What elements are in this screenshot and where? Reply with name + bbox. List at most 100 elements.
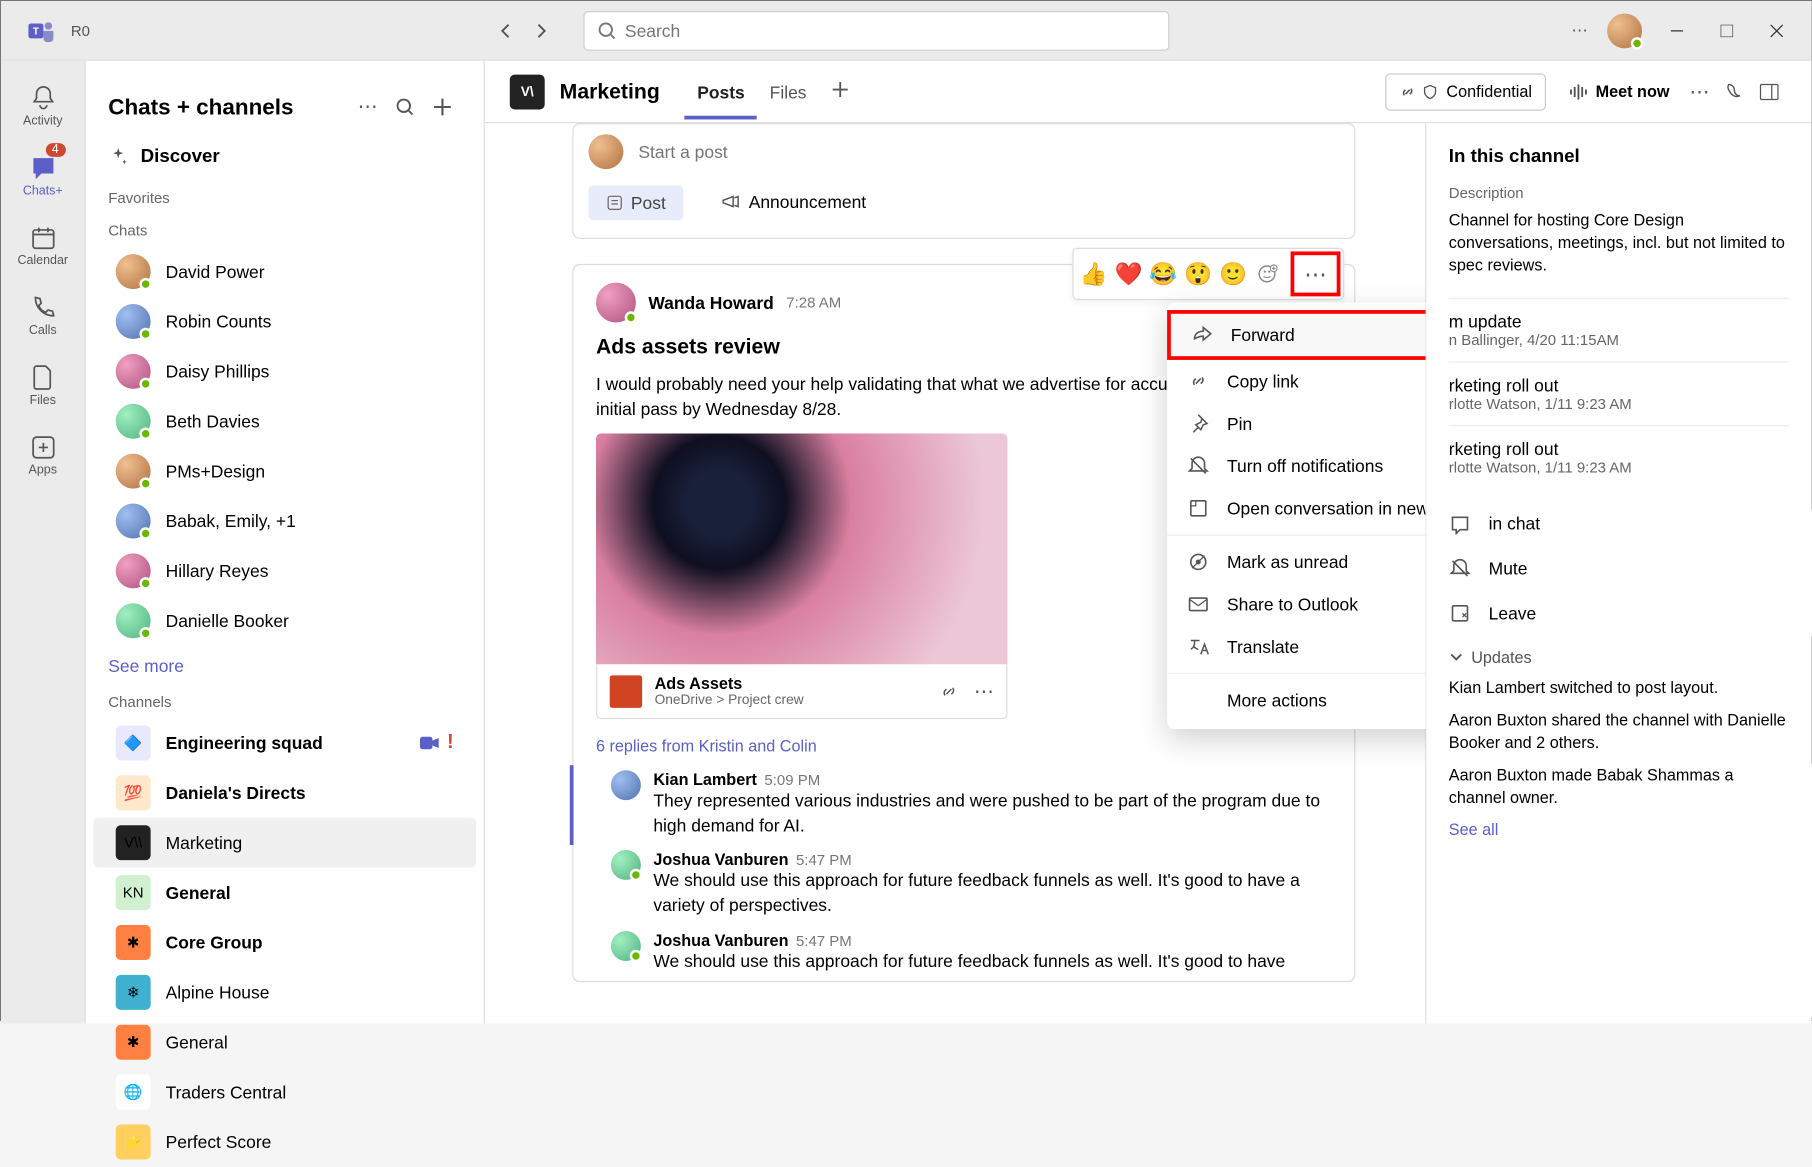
- channel-item[interactable]: V\\ Marketing: [93, 818, 476, 868]
- rail-files[interactable]: Files: [5, 350, 80, 420]
- ctx-turn-off-notifications[interactable]: Turn off notifications: [1167, 445, 1425, 487]
- rail-calendar[interactable]: Calendar: [5, 210, 80, 280]
- window-minimize-button[interactable]: [1652, 10, 1702, 50]
- reply-author: Joshua Vanburen: [653, 931, 788, 950]
- channel-item[interactable]: 💯 Daniela's Directs: [93, 768, 476, 818]
- reaction-emoji[interactable]: 😂: [1146, 257, 1181, 292]
- posts-feed: Post Announcement 👍❤️😂😲🙂: [485, 123, 1425, 1023]
- rail-label: Files: [30, 393, 56, 407]
- meet-now-button[interactable]: Meet now: [1556, 73, 1682, 110]
- channel-avatar: ❄: [116, 975, 151, 1010]
- ctx-label: Copy link: [1227, 371, 1299, 391]
- panel-toggle-icon[interactable]: [1752, 74, 1787, 109]
- rp-link-leave[interactable]: Leave: [1449, 590, 1789, 635]
- chat-avatar: [116, 454, 151, 489]
- rp-link-mute[interactable]: Mute: [1449, 545, 1789, 590]
- reaction-emoji[interactable]: 😲: [1181, 257, 1216, 292]
- channel-item[interactable]: ✱ Core Group: [93, 918, 476, 968]
- channel-item[interactable]: ✱ General: [93, 1017, 476, 1067]
- window-maximize-button[interactable]: [1702, 10, 1752, 50]
- see-more-link[interactable]: See more: [86, 646, 484, 686]
- ctx-icon: [1187, 497, 1209, 519]
- chat-item[interactable]: Babak, Emily, +1: [93, 496, 476, 546]
- user-avatar[interactable]: [1607, 13, 1642, 48]
- attachment-more-icon[interactable]: ⋯: [974, 679, 994, 704]
- more-options-button[interactable]: ⋯: [1562, 13, 1597, 48]
- ctx-pin[interactable]: Pin: [1167, 403, 1425, 445]
- window-close-button[interactable]: [1752, 10, 1802, 50]
- reply-item: Joshua Vanburen5:47 PM We should use thi…: [570, 926, 1354, 982]
- chat-avatar: [116, 304, 151, 339]
- ctx-more-actions[interactable]: More actions: [1167, 673, 1425, 722]
- ctx-copy-link[interactable]: Copy link: [1167, 360, 1425, 402]
- chat-item[interactable]: Danielle Booker: [93, 596, 476, 646]
- tab-posts[interactable]: Posts: [685, 64, 757, 119]
- reply-text: They represented various industries and …: [653, 789, 1331, 838]
- chat-item[interactable]: Robin Counts: [93, 297, 476, 347]
- link-icon: [1399, 83, 1416, 100]
- reaction-emoji[interactable]: 🙂: [1216, 257, 1251, 292]
- ctx-share-to-outlook[interactable]: Share to Outlook: [1167, 583, 1425, 625]
- channel-item[interactable]: 🌐 Traders Central: [93, 1067, 476, 1117]
- composer-input[interactable]: [638, 142, 1339, 162]
- pinned-meta: rlotte Watson, 1/11 9:23 AM: [1449, 395, 1789, 412]
- pinned-post[interactable]: rketing roll out rlotte Watson, 1/11 9:2…: [1449, 424, 1789, 488]
- message-more-button[interactable]: ⋯: [1290, 252, 1340, 297]
- sparkle-icon: [108, 146, 128, 166]
- channel-item[interactable]: KN General: [93, 868, 476, 918]
- pinned-post[interactable]: m update n Ballinger, 4/20 11:15AM: [1449, 297, 1789, 361]
- reaction-emoji[interactable]: 👍: [1076, 257, 1111, 292]
- ctx-icon: [1187, 413, 1209, 435]
- attachment-link-icon[interactable]: [939, 681, 959, 701]
- pinned-post[interactable]: rketing roll out rlotte Watson, 1/11 9:2…: [1449, 361, 1789, 425]
- rp-link-icon: [1449, 512, 1471, 534]
- rail-chats[interactable]: 4Chats+: [5, 141, 80, 211]
- rail-activity[interactable]: Activity: [5, 71, 80, 141]
- channel-item[interactable]: ⭐ Perfect Score: [93, 1117, 476, 1167]
- post-time: 7:28 AM: [786, 294, 841, 311]
- see-all-link[interactable]: See all: [1449, 820, 1789, 839]
- confidential-pill[interactable]: Confidential: [1385, 73, 1545, 110]
- rail-calls[interactable]: Calls: [5, 280, 80, 350]
- search-input[interactable]: [625, 20, 1156, 40]
- reply-avatar: [611, 771, 641, 801]
- updates-expand[interactable]: Updates: [1449, 648, 1789, 667]
- sidebar-new-icon[interactable]: [424, 88, 461, 125]
- post-image-attachment[interactable]: [596, 434, 1008, 665]
- chat-name: Daisy Phillips: [166, 361, 454, 381]
- nav-back-button[interactable]: [489, 13, 524, 48]
- channel-more-icon[interactable]: ⋯: [1682, 74, 1717, 109]
- chat-item[interactable]: PMs+Design: [93, 446, 476, 496]
- chat-item[interactable]: Beth Davies: [93, 396, 476, 446]
- alert-icon: !: [447, 732, 454, 754]
- sidebar-title: Chats + channels: [108, 94, 349, 120]
- composer-announcement-button[interactable]: Announcement: [704, 184, 884, 219]
- chat-item[interactable]: Daisy Phillips: [93, 346, 476, 396]
- tab-files[interactable]: Files: [757, 64, 819, 119]
- rp-link-in-chat[interactable]: in chat: [1449, 501, 1789, 546]
- rail-apps[interactable]: Apps: [5, 420, 80, 490]
- channel-item[interactable]: ❄ Alpine House: [93, 967, 476, 1017]
- chat-item[interactable]: David Power: [93, 247, 476, 297]
- ctx-forward[interactable]: Forward: [1167, 310, 1425, 360]
- post-author-name: Wanda Howard: [648, 293, 773, 313]
- copilot-icon[interactable]: [1717, 74, 1752, 109]
- channel-name: Marketing: [560, 79, 660, 104]
- composer-post-button[interactable]: Post: [588, 186, 683, 221]
- sidebar-search-icon[interactable]: [386, 88, 423, 125]
- channel-item[interactable]: 🔷 Engineering squad!: [93, 718, 476, 768]
- nav-forward-button[interactable]: [524, 13, 559, 48]
- discover-link[interactable]: Discover: [86, 136, 484, 182]
- post-file-attachment[interactable]: Ads Assets OneDrive > Project crew ⋯: [596, 665, 1008, 720]
- ctx-icon: [1187, 689, 1209, 711]
- ctx-open-conversation-in-new-window[interactable]: Open conversation in new window: [1167, 487, 1425, 529]
- search-box[interactable]: [584, 10, 1170, 50]
- sidebar-more-icon[interactable]: ⋯: [349, 88, 386, 125]
- ctx-mark-as-unread[interactable]: Mark as unread: [1167, 535, 1425, 584]
- reaction-emoji[interactable]: ❤️: [1111, 257, 1146, 292]
- tab-add[interactable]: [819, 63, 861, 119]
- attachment-name: Ads Assets: [654, 675, 938, 694]
- add-reaction-icon[interactable]: [1250, 257, 1285, 292]
- chat-item[interactable]: Hillary Reyes: [93, 546, 476, 596]
- ctx-translate[interactable]: Translate: [1167, 626, 1425, 668]
